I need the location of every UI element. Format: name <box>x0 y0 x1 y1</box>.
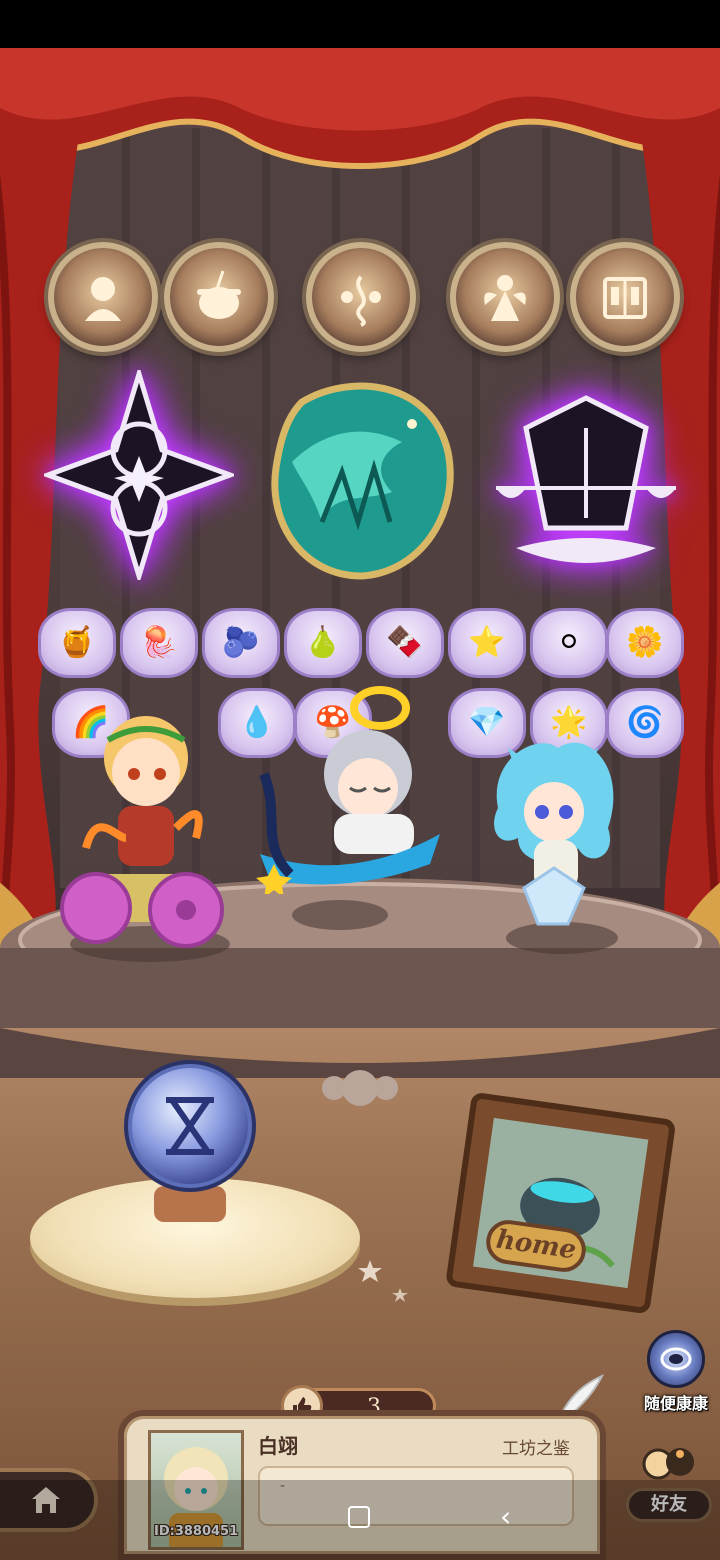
material-icon: 🍫 <box>386 625 424 660</box>
fairy-icon <box>484 275 526 321</box>
medal-silhouette[interactable] <box>48 242 158 352</box>
sparkle-icon <box>358 1260 408 1302</box>
material-slot[interactable]: 🍫 <box>366 608 444 678</box>
medal-fairy[interactable] <box>450 242 560 352</box>
material-slot[interactable]: ⭐ <box>448 608 526 678</box>
title-tag: 工坊之鉴 <box>502 1439 570 1459</box>
material-icon: 🍐 <box>304 625 342 660</box>
portal-icon <box>647 1330 705 1388</box>
material-icon: 🫐 <box>222 625 260 660</box>
book-icon <box>603 277 647 319</box>
material-icon: 🌼 <box>626 625 664 660</box>
curtain-valance <box>0 48 720 169</box>
material-slot[interactable]: 🍐 <box>284 608 362 678</box>
material-slot[interactable]: 🍯 <box>38 608 116 678</box>
cauldron-icon <box>197 270 241 319</box>
medal-book[interactable] <box>570 242 680 352</box>
medal-row <box>40 242 680 362</box>
status-bar <box>0 0 720 48</box>
dragon-badge[interactable] <box>262 372 462 582</box>
back-button[interactable]: ‹ <box>500 1500 511 1533</box>
material-icon: ⭐ <box>468 625 506 660</box>
random-visit-button[interactable]: 随便康康 <box>634 1330 718 1413</box>
hero-shadow <box>292 900 388 930</box>
materials-row-1: 🍯 🪼 🫐 🍐 🍫 ⭐ ⚪ 🌼 <box>38 608 688 678</box>
material-icon: 🪼 <box>140 625 178 660</box>
material-icon: 🍯 <box>58 625 96 660</box>
home-frame[interactable] <box>436 1084 684 1332</box>
medal-ornament[interactable] <box>306 242 416 352</box>
compass-star-badge[interactable] <box>44 370 234 580</box>
hero-sleeping-carpet[interactable] <box>250 684 450 894</box>
silhouette-icon <box>85 277 121 321</box>
random-visit-label: 随便康康 <box>643 1394 708 1413</box>
material-icon: 🌀 <box>626 705 664 740</box>
medal-cauldron[interactable] <box>164 242 274 352</box>
material-slot[interactable]: ⚪ <box>530 608 608 678</box>
stage: 🍯 🪼 🫐 🍐 🍫 ⭐ ⚪ 🌼 🌈 💧 🍄 💎 🌟 🌀 home <box>0 48 720 1560</box>
username: 白翊 <box>258 1434 298 1458</box>
hero-blonde-chariot[interactable] <box>56 688 226 948</box>
hero-blue-hair[interactable] <box>478 728 628 928</box>
material-slot[interactable]: 🌼 <box>606 608 684 678</box>
material-icon: ⚪ <box>556 625 582 660</box>
crystal-orb[interactable] <box>120 1056 260 1226</box>
material-slot[interactable]: 🫐 <box>202 608 280 678</box>
recent-apps-button[interactable] <box>348 1506 370 1528</box>
material-slot[interactable]: 🪼 <box>120 608 198 678</box>
lantern-scales-badge[interactable] <box>486 378 686 578</box>
ornament-icon <box>341 275 381 327</box>
